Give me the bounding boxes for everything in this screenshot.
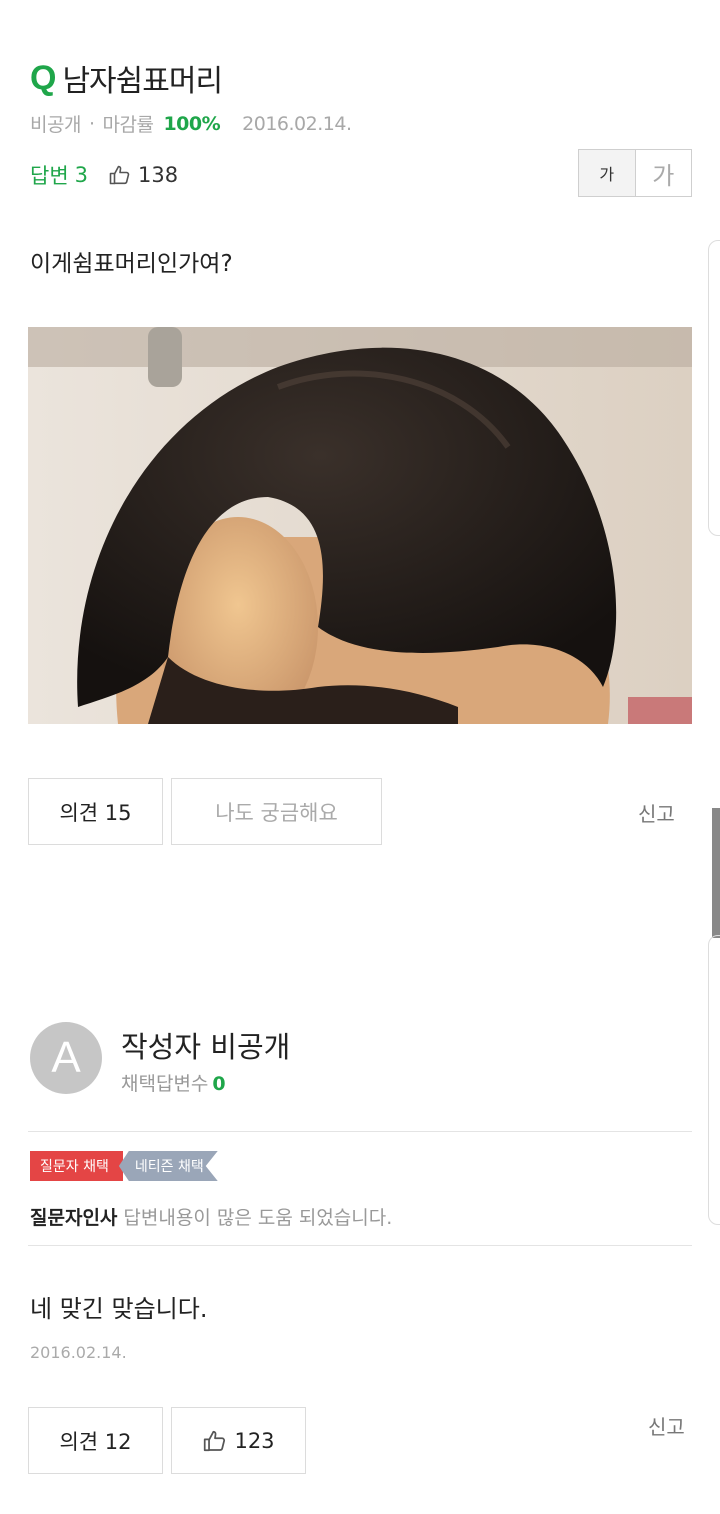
font-small-button[interactable]: 가 (579, 150, 636, 196)
question-opinion-button[interactable]: 의견 15 (28, 778, 163, 845)
answers-label: 답변 (30, 164, 69, 188)
adoption-badges: 질문자 채택 네티즌 채택 (30, 1151, 218, 1181)
closing-rate-value: 100% (163, 112, 221, 135)
asker-greeting: 질문자인사 답변내용이 많은 도움 되었습니다. (30, 1203, 392, 1230)
question-mark-icon: Q (30, 59, 57, 97)
greeting-message: 답변내용이 많은 도움 되었습니다. (123, 1207, 393, 1229)
edge-panel (708, 935, 720, 1225)
answers-count: 3 (74, 163, 89, 187)
thumbs-up-icon[interactable] (108, 163, 132, 187)
asker-adopted-badge: 질문자 채택 (30, 1151, 123, 1181)
visibility-label: 비공개 (30, 114, 81, 136)
scrollbar-handle[interactable] (712, 808, 720, 938)
question-report-link[interactable]: 신고 (638, 798, 675, 827)
question-date: 2016.02.14. (242, 112, 352, 135)
question-meta: 비공개 · 마감률 100% 2016.02.14. (30, 110, 352, 137)
thumbs-up-icon (204, 1430, 226, 1451)
curious-button[interactable]: 나도 궁금해요 (171, 778, 382, 845)
divider (28, 1245, 692, 1246)
author-avatar: A (30, 1022, 102, 1094)
answer-likes-count: 123 (234, 1428, 275, 1453)
author-adopted-stat: 채택답변수 0 (121, 1069, 226, 1096)
font-large-button[interactable]: 가 (636, 150, 692, 196)
hair-photo[interactable] (28, 327, 692, 724)
divider (28, 1131, 692, 1132)
adopted-label: 채택답변수 (121, 1073, 209, 1095)
meta-separator: · (88, 112, 95, 135)
edge-panel (708, 240, 720, 536)
font-size-toggle: 가 가 (578, 149, 692, 197)
greeting-label: 질문자인사 (30, 1207, 118, 1229)
adopted-count: 0 (212, 1073, 226, 1095)
answer-opinion-button[interactable]: 의견 12 (28, 1407, 163, 1474)
likes-count: 138 (138, 163, 179, 187)
closing-rate-label: 마감률 (102, 114, 154, 136)
question-title: Q 남자쉼표머리 (30, 56, 223, 100)
answer-like-button[interactable]: 123 (171, 1407, 306, 1474)
answer-date: 2016.02.14. (30, 1343, 127, 1362)
question-title-text: 남자쉼표머리 (62, 64, 223, 99)
answer-body: 네 맞긴 맞습니다. (30, 1295, 208, 1323)
question-stats: 답변 3 138 (30, 160, 178, 190)
answer-report-link[interactable]: 신고 (648, 1411, 685, 1440)
netizen-adopted-badge: 네티즌 채택 (119, 1151, 218, 1181)
author-name: 작성자 비공개 (121, 1030, 291, 1064)
question-body: 이게쉼표머리인가여? (30, 251, 233, 277)
